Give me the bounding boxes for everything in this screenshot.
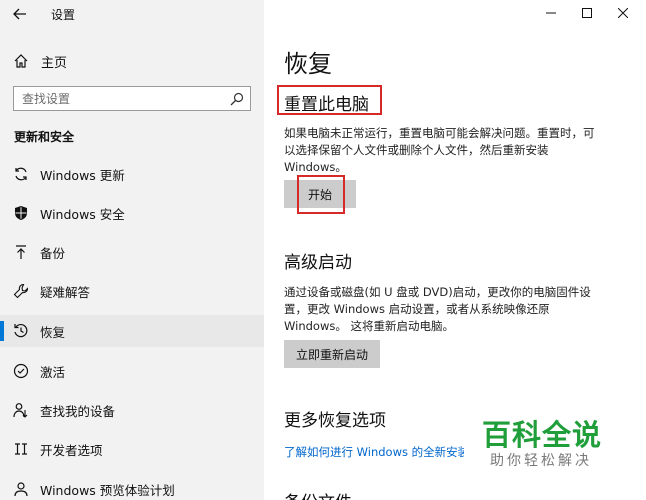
advanced-startup-description: 通过设备或磁盘(如 U 盘或 DVD)启动，更改你的电脑固件设置，更改 Wind…	[284, 285, 591, 333]
backup-arrow-icon	[16, 245, 26, 259]
section-heading: 更新和安全	[14, 130, 75, 144]
active-indicator	[0, 321, 4, 341]
sidebar-item-label: Windows 预览体验计划	[40, 483, 175, 498]
watermark-subtitle: 助你轻松解决	[490, 453, 592, 469]
sidebar-item-find-my-device[interactable]: 查找我的设备	[0, 394, 264, 426]
search-input[interactable]	[22, 89, 222, 108]
sidebar-item-label: 疑难解答	[40, 285, 91, 300]
sidebar-item-windows-security[interactable]: Windows 安全	[0, 197, 264, 229]
search-box	[13, 86, 251, 111]
highlight-box	[297, 175, 345, 214]
sidebar-item-label: 开发者选项	[40, 443, 103, 458]
sidebar-item-label: 恢复	[40, 325, 66, 340]
close-button[interactable]	[605, 2, 641, 24]
sidebar-item-label: 查找我的设备	[40, 404, 116, 419]
shield-icon	[15, 206, 27, 220]
arrow-left-icon	[13, 8, 26, 20]
person-locate-icon	[13, 403, 28, 418]
sidebar-item-recovery[interactable]: 恢复	[0, 315, 264, 347]
watermark-title: 百科全说	[482, 418, 603, 452]
clean-install-link[interactable]: 了解如何进行 Windows 的全新安装	[284, 444, 464, 460]
recovery-icon	[14, 323, 28, 338]
insider-icon	[14, 482, 28, 497]
minimize-button[interactable]	[533, 2, 569, 24]
highlight-box	[277, 85, 382, 115]
sidebar-item-insider-program[interactable]: Windows 预览体验计划	[0, 473, 264, 500]
nav-home-label: 主页	[41, 56, 68, 71]
close-icon	[618, 8, 628, 18]
sidebar-item-label: 激活	[40, 365, 66, 380]
sidebar-item-backup[interactable]: 备份	[0, 236, 264, 268]
maximize-icon	[582, 8, 592, 18]
sidebar-item-label: Windows 安全	[40, 207, 125, 222]
title-bar: 设置	[0, 0, 646, 28]
check-circle-icon	[13, 363, 29, 379]
home-icon	[14, 54, 28, 68]
advanced-startup-heading: 高级启动	[284, 253, 352, 273]
search-icon[interactable]	[230, 92, 244, 106]
sidebar-item-label: 备份	[40, 246, 66, 261]
sync-icon	[15, 167, 27, 181]
window-title: 设置	[51, 8, 76, 22]
sidebar-item-troubleshoot[interactable]: 疑难解答	[0, 275, 264, 307]
backup-heading: 备份文件	[284, 488, 352, 500]
sidebar-item-activation[interactable]: 激活	[0, 355, 264, 387]
wrench-icon	[13, 283, 29, 299]
restart-now-button[interactable]: 立即重新启动	[284, 340, 380, 368]
sidebar-item-label: Windows 更新	[40, 168, 125, 183]
sidebar-item-windows-update[interactable]: Windows 更新	[0, 158, 264, 190]
nav-home[interactable]: 主页	[0, 46, 264, 76]
more-recovery-heading: 更多恢复选项	[284, 411, 386, 431]
sidebar-item-developer-options[interactable]: 开发者选项	[0, 433, 264, 465]
page-title: 恢复	[284, 50, 332, 78]
back-button[interactable]	[8, 3, 32, 25]
developer-icon	[15, 443, 27, 455]
maximize-button[interactable]	[569, 2, 605, 24]
minimize-icon	[546, 12, 556, 14]
reset-description: 如果电脑未正常运行，重置电脑可能会解决问题。重置时，可以选择保留个人文件或删除个…	[284, 126, 595, 174]
